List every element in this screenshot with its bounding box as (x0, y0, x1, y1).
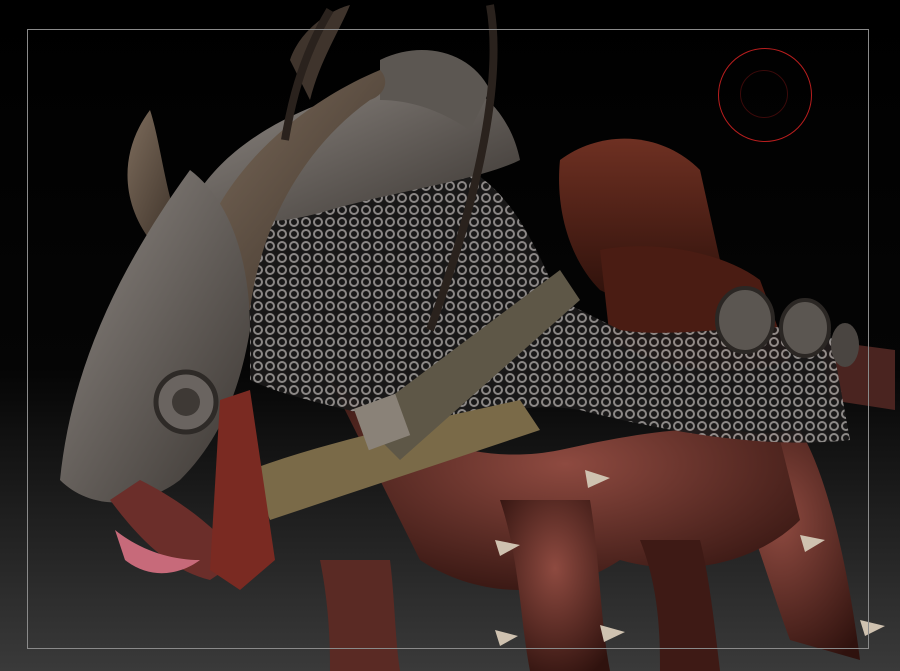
brush-cursor (718, 48, 812, 142)
brush-cursor-inner-ring (740, 70, 788, 118)
sculpt-viewport[interactable] (0, 0, 900, 671)
